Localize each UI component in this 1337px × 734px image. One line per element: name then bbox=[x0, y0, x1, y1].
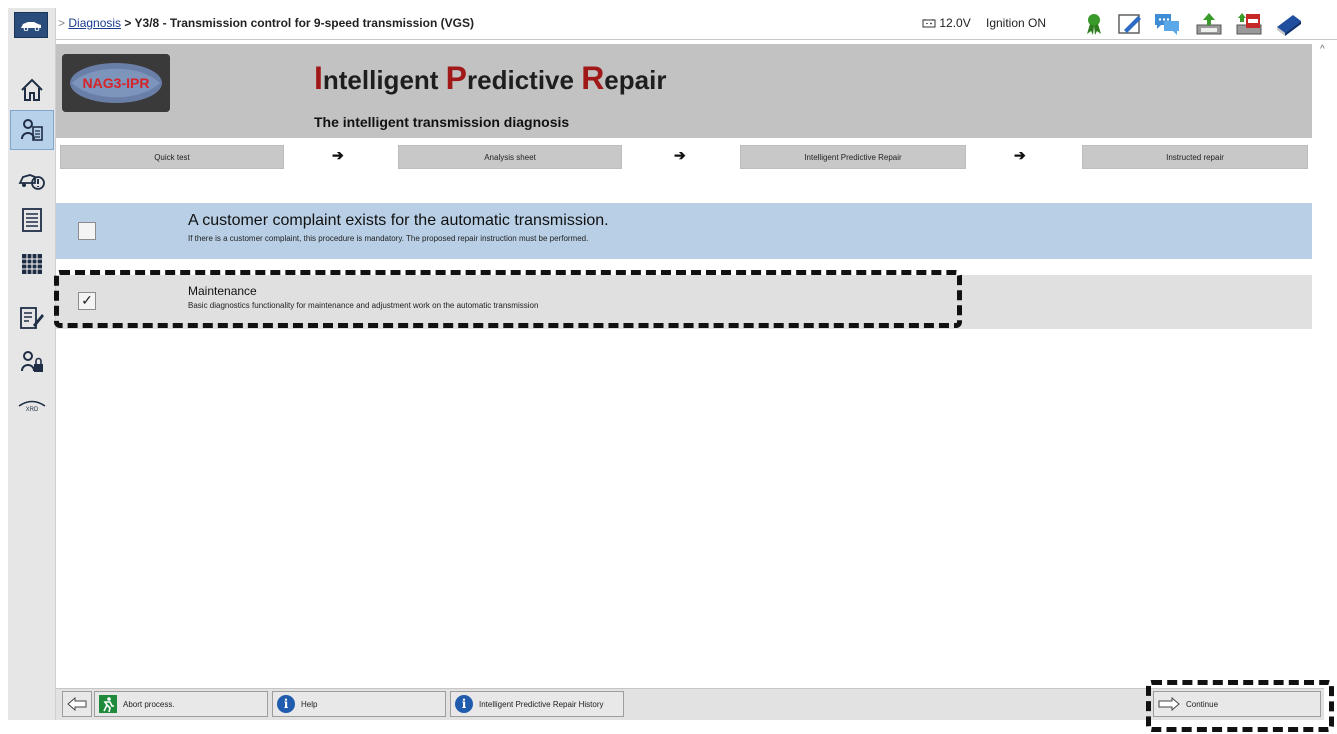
diagnosis-button[interactable] bbox=[10, 110, 54, 150]
emergency-exit-icon bbox=[99, 695, 117, 713]
help-label: Help bbox=[301, 699, 318, 709]
car-warning-icon bbox=[18, 174, 45, 190]
option-customer-complaint[interactable]: A customer complaint exists for the auto… bbox=[56, 203, 1312, 259]
info-icon: i bbox=[277, 695, 295, 713]
battery-status: 12.0V bbox=[922, 16, 971, 30]
left-sidebar: XRD bbox=[8, 8, 56, 720]
breadcrumb-prefix: > bbox=[58, 16, 66, 30]
ipr-history-label: Intelligent Predictive Repair History bbox=[479, 699, 604, 709]
step-intelligent-predictive-repair[interactable]: Intelligent Predictive Repair bbox=[740, 145, 966, 169]
breadcrumb: > Diagnosis > Y3/8 - Transmission contro… bbox=[58, 16, 474, 30]
pdf-printer-icon bbox=[1236, 13, 1262, 35]
ipr-banner: NAG3-IPR Intelligent Predictive Repair T… bbox=[56, 44, 1312, 138]
title-cap-p: P bbox=[445, 60, 468, 96]
edit-document-icon bbox=[20, 307, 44, 329]
banner-subtitle: The intelligent transmission diagnosis bbox=[314, 114, 570, 130]
abort-process-button[interactable]: Abort process. bbox=[94, 691, 268, 717]
maintenance-description: Basic diagnostics functionality for main… bbox=[188, 301, 539, 310]
xrd-label: XRD bbox=[25, 407, 39, 413]
complaint-checkbox[interactable] bbox=[78, 222, 96, 240]
list-button[interactable] bbox=[10, 200, 54, 240]
arrow-right-icon bbox=[1158, 697, 1180, 711]
vertical-scrollbar[interactable] bbox=[1318, 40, 1334, 684]
breadcrumb-separator: > bbox=[124, 16, 132, 30]
edit-report-button[interactable] bbox=[10, 298, 54, 338]
user-lock-icon bbox=[21, 351, 43, 372]
ignition-status: Ignition ON bbox=[986, 16, 1047, 30]
award-ribbon-icon bbox=[1087, 14, 1101, 35]
ipr-history-button[interactable]: i Intelligent Predictive Repair History bbox=[450, 691, 624, 717]
notes-button[interactable] bbox=[1116, 11, 1144, 37]
upload-printer-icon bbox=[1196, 13, 1222, 35]
control-units-button[interactable] bbox=[10, 244, 54, 284]
title-cap-i: I bbox=[314, 60, 323, 96]
title-rest-p: redictive bbox=[467, 65, 582, 95]
title-rest-i: ntelligent bbox=[322, 65, 446, 95]
step-arrow-icon: ➔ bbox=[1014, 147, 1026, 163]
help-button[interactable]: i Help bbox=[272, 691, 446, 717]
home-icon bbox=[21, 78, 43, 101]
book-icon bbox=[1277, 15, 1301, 36]
step-instructed-repair[interactable]: Instructed repair bbox=[1082, 145, 1308, 169]
abort-label: Abort process. bbox=[123, 699, 175, 709]
maintenance-title: Maintenance bbox=[188, 284, 257, 298]
messages-button[interactable] bbox=[1152, 11, 1180, 37]
upload-print-button[interactable] bbox=[1194, 11, 1222, 37]
maintenance-checkbox[interactable]: ✓ bbox=[78, 292, 96, 310]
breadcrumb-link-diagnosis[interactable]: Diagnosis bbox=[68, 16, 121, 30]
title-rest-r: epair bbox=[604, 65, 667, 95]
complaint-description: If there is a customer complaint, this p… bbox=[188, 234, 589, 243]
nag3-ipr-logo: NAG3-IPR bbox=[62, 54, 170, 112]
secure-diagnosis-button[interactable] bbox=[10, 342, 54, 382]
option-maintenance[interactable]: ✓ Maintenance Basic diagnostics function… bbox=[56, 275, 1312, 329]
home-button[interactable] bbox=[10, 70, 54, 110]
complaint-title: A customer complaint exists for the auto… bbox=[188, 212, 609, 229]
app-window: XRD > Diagnosis > Y3/8 - Transmission co… bbox=[0, 0, 1337, 734]
xrd-arc-icon bbox=[18, 400, 46, 407]
breadcrumb-current: Y3/8 - Transmission control for 9-speed … bbox=[134, 16, 474, 30]
step-quick-test[interactable]: Quick test bbox=[60, 145, 284, 169]
step-arrow-icon: ➔ bbox=[332, 147, 344, 163]
chat-bubbles-icon bbox=[1155, 14, 1179, 35]
arrow-left-icon bbox=[67, 697, 87, 711]
manual-button[interactable] bbox=[1274, 11, 1302, 37]
logo-text: NAG3-IPR bbox=[83, 75, 150, 91]
award-button[interactable] bbox=[1080, 11, 1108, 37]
list-icon bbox=[22, 208, 42, 232]
footer-toolbar: Abort process. i Help i Intelligent Pred… bbox=[56, 688, 1324, 720]
car-logo-icon[interactable] bbox=[14, 12, 48, 38]
edit-note-icon bbox=[1118, 14, 1141, 34]
banner-title: Intelligent Predictive Repair bbox=[314, 60, 666, 97]
battery-icon bbox=[922, 19, 936, 28]
step-analysis-sheet[interactable]: Analysis sheet bbox=[398, 145, 622, 169]
scroll-up-arrow-icon[interactable]: ^ bbox=[1320, 44, 1325, 55]
diagnosis-icon bbox=[21, 119, 43, 141]
title-cap-r: R bbox=[581, 60, 605, 96]
battery-voltage: 12.0V bbox=[939, 16, 971, 30]
print-pdf-button[interactable] bbox=[1234, 11, 1262, 37]
top-bar: > Diagnosis > Y3/8 - Transmission contro… bbox=[56, 8, 1337, 40]
info-icon: i bbox=[455, 695, 473, 713]
grid-icon bbox=[22, 254, 42, 274]
continue-label: Continue bbox=[1186, 699, 1219, 709]
vehicle-fault-button[interactable] bbox=[10, 160, 54, 200]
continue-button[interactable]: Continue bbox=[1153, 691, 1321, 717]
xrd-button[interactable]: XRD bbox=[10, 386, 54, 426]
back-button[interactable] bbox=[62, 691, 92, 717]
step-arrow-icon: ➔ bbox=[674, 147, 686, 163]
